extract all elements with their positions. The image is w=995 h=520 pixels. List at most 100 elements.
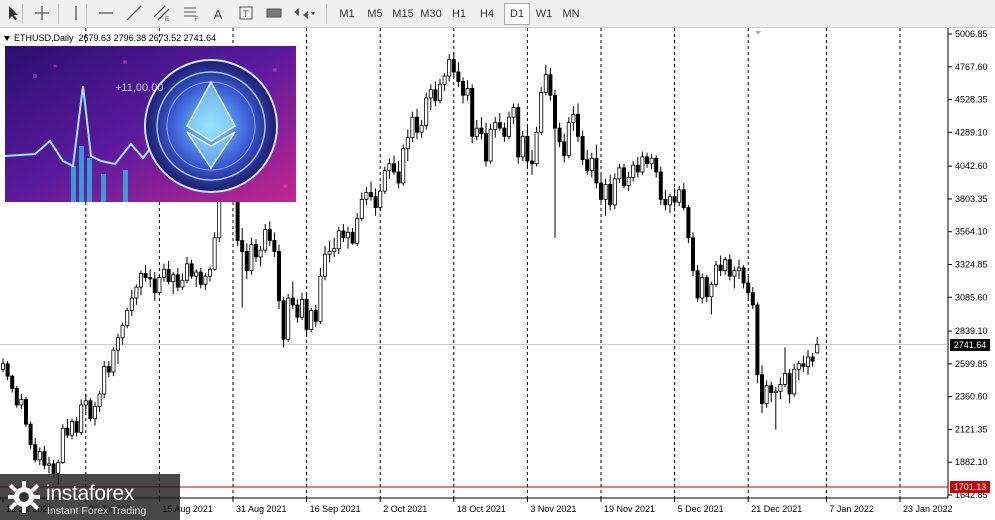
candle-body [93,405,98,420]
candle-body [640,156,645,173]
timeframe-mn[interactable]: MN [558,3,584,25]
timeframe-h4[interactable]: H4 [474,3,500,25]
candle-body [33,444,38,461]
candle-body [479,127,484,135]
candle-body [134,286,139,299]
y-tick-label: 4767.60 [955,62,988,72]
timeframe-d1[interactable]: D1 [504,3,530,25]
candle-body [548,74,553,96]
candle-body [580,135,585,161]
timeframe-h1[interactable]: H1 [446,3,472,25]
candle-body [709,283,714,298]
candle-body [350,231,355,244]
rectangle-tool-button[interactable] [262,3,286,25]
promo-image: +11,00.00 [5,46,296,202]
candle-body [741,267,746,284]
candle-body [313,309,318,322]
candle-body [718,264,723,272]
candle-body [672,196,677,203]
candle-body [327,251,332,255]
fibonacci-icon: F [183,5,201,24]
candle-body [263,229,268,251]
candle-body [83,400,88,406]
candle-body [585,159,590,172]
text-label-icon: T [239,6,253,23]
timeframe-m1[interactable]: M1 [334,3,360,25]
toolbar-separator [326,4,327,24]
candle-body [51,463,56,474]
candle-body [594,157,599,184]
candle-body [401,148,406,184]
candle-body [755,304,760,376]
candle-body [336,230,341,250]
y-tick-label: 2121.35 [955,424,988,434]
candle-body [553,94,558,129]
crosshair-icon [34,5,50,24]
symbol-menu-icon[interactable] [4,36,10,42]
ethereum-coin-illustration [5,46,296,202]
symbol-name: ETHUSD,Daily [14,33,74,43]
y-tick-label: 3324.85 [955,260,988,270]
candle-body [732,270,737,277]
horizontal-line-tool-button[interactable] [94,3,118,25]
candle-body [79,404,84,433]
symbol-header: ETHUSD,Daily 2679.63 2796.38 2673.52 274… [4,33,216,43]
candle-body [428,89,433,99]
text-label-tool-button[interactable]: T [234,3,258,25]
candle-body [815,343,820,354]
candle-body [714,264,719,285]
candle-body [497,122,502,129]
timeframe-m5[interactable]: M5 [362,3,388,25]
timeframe-m15[interactable]: M15 [390,3,416,25]
arrows-tool-button[interactable] [292,3,316,25]
x-tick-label: 2 Oct 2021 [383,504,427,514]
fibonacci-tool-button[interactable]: F [180,3,204,25]
candle-body [470,87,475,137]
candle-body [465,87,470,96]
candle-body [557,127,562,143]
candle-body [778,383,783,392]
y-tick-label: 3085.60 [955,292,988,302]
candle-body [148,277,153,280]
timeframe-m30[interactable]: M30 [418,3,444,25]
candle-body [764,385,769,404]
x-tick-label: 23 Jan 2022 [903,504,953,514]
text-tool-button[interactable]: A [206,3,230,25]
y-tick-label: 4528.35 [955,95,988,105]
candle-body [60,427,65,463]
candle-body [474,127,479,137]
candle-body [488,129,493,162]
equidistant-channel-tool-button[interactable]: E [150,3,174,25]
rectangle-icon [266,7,282,22]
trendline-tool-button[interactable] [122,3,146,25]
candle-body [603,183,608,200]
candle-body [299,299,304,318]
y-tick-label: 4289.10 [955,127,988,137]
y-tick-label: 3803.35 [955,194,988,204]
y-tick-label: 2599.85 [955,359,988,369]
candle-body [106,366,111,373]
candle-body [571,114,576,124]
candle-body [212,237,217,270]
candle-body [410,116,415,139]
timeframe-w1[interactable]: W1 [531,3,557,25]
candle-body [654,157,659,173]
candle-body [184,263,189,281]
candle-body [341,230,346,239]
candle-body [97,393,102,407]
svg-text:T: T [243,9,249,19]
candle-body [727,259,732,277]
candle-body [483,133,488,162]
candle-body [681,189,686,209]
candle-body [157,277,162,293]
watermark: instaforex Instant Forex Trading [0,474,180,520]
vertical-line-tool-button[interactable] [64,3,88,25]
candle-body [442,75,447,85]
crosshair-tool-button[interactable] [30,3,54,25]
candle-body [198,271,203,285]
candle-body [631,164,636,178]
candle-body [207,268,212,277]
x-tick-label: 19 Nov 2021 [604,504,655,514]
candle-body [244,251,249,272]
candle-body [700,277,705,299]
